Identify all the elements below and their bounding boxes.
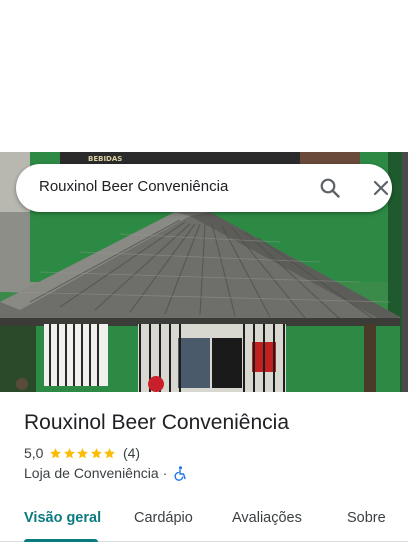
- category-row: Loja de Conveniência ·: [24, 465, 187, 481]
- star-icon: [64, 447, 75, 458]
- search-icon[interactable]: [318, 176, 342, 200]
- rating-value: 5,0: [24, 445, 44, 461]
- search-bar[interactable]: Rouxinol Beer Conveniência: [16, 164, 392, 212]
- place-info-panel: Rouxinol Beer Conveniência 5,0 (4) Loja …: [0, 392, 408, 544]
- separator: ·: [162, 465, 168, 481]
- tab-menu[interactable]: Cardápio: [134, 510, 193, 526]
- map-blank-area: [0, 0, 408, 152]
- place-tabs: Visão geral Cardápio Avaliações Sobre: [0, 496, 408, 542]
- place-name: Rouxinol Beer Conveniência: [24, 411, 289, 434]
- star-icon: [91, 447, 102, 458]
- rating-row[interactable]: 5,0 (4): [24, 445, 140, 461]
- tab-overview[interactable]: Visão geral: [24, 510, 101, 526]
- star-icon: [77, 447, 89, 458]
- active-tab-indicator: [24, 539, 98, 542]
- star-rating: [49, 447, 117, 460]
- sign-text: BEBIDAS: [88, 155, 122, 163]
- review-count[interactable]: (4): [123, 445, 140, 461]
- tab-reviews[interactable]: Avaliações: [232, 510, 302, 526]
- star-icon: [50, 447, 62, 458]
- search-input[interactable]: Rouxinol Beer Conveniência: [39, 178, 228, 195]
- wheelchair-icon: [173, 465, 187, 481]
- place-category[interactable]: Loja de Conveniência: [24, 465, 159, 481]
- tab-about[interactable]: Sobre: [347, 510, 386, 526]
- star-icon: [104, 447, 116, 458]
- close-icon[interactable]: [369, 176, 393, 200]
